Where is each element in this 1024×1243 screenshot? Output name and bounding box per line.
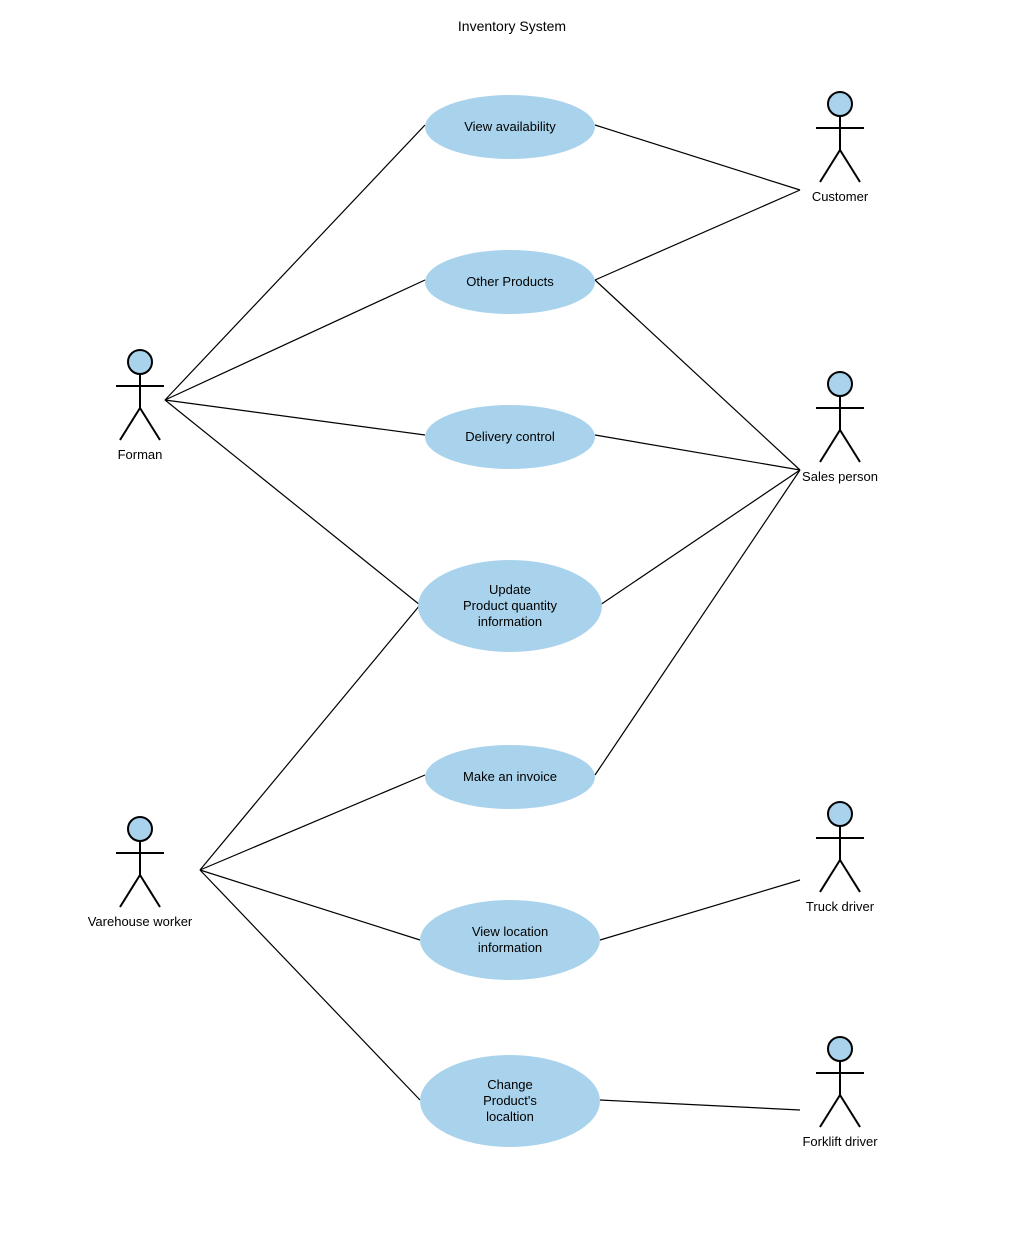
actor-forman: Forman <box>80 348 200 462</box>
stick-figure-icon <box>810 1035 870 1130</box>
stick-figure-icon <box>810 800 870 895</box>
usecase-change-location: ChangeProduct'slocaltion <box>420 1055 600 1147</box>
actor-warehouse-worker: Varehouse worker <box>80 815 200 929</box>
stick-figure-icon <box>110 348 170 443</box>
usecase-make-invoice: Make an invoice <box>425 745 595 809</box>
usecase-delivery-control: Delivery control <box>425 405 595 469</box>
actor-sales-person: Sales person <box>780 370 900 484</box>
usecase-view-availability: View availability <box>425 95 595 159</box>
diagram-canvas: Inventory System <box>0 0 1024 1243</box>
actor-label: Customer <box>780 189 900 204</box>
stick-figure-icon <box>810 370 870 465</box>
actor-label: Forman <box>80 447 200 462</box>
actor-forklift-driver: Forklift driver <box>780 1035 900 1149</box>
actor-label: Truck driver <box>780 899 900 914</box>
stick-figure-icon <box>110 815 170 910</box>
stick-figure-icon <box>810 90 870 185</box>
usecase-other-products: Other Products <box>425 250 595 314</box>
actor-label: Varehouse worker <box>80 914 200 929</box>
actor-label: Sales person <box>780 469 900 484</box>
actor-truck-driver: Truck driver <box>780 800 900 914</box>
actor-label: Forklift driver <box>780 1134 900 1149</box>
usecase-view-location: View locationinformation <box>420 900 600 980</box>
actor-customer: Customer <box>780 90 900 204</box>
usecase-update-quantity: UpdateProduct quantityinformation <box>418 560 602 652</box>
diagram-title: Inventory System <box>0 18 1024 34</box>
